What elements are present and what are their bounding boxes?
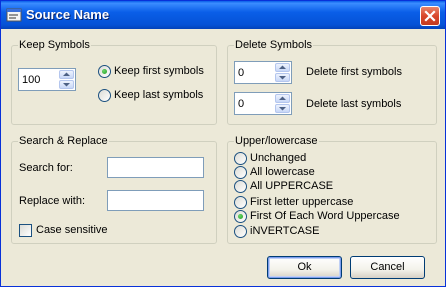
chevron-down-icon (279, 107, 286, 111)
close-icon (424, 10, 436, 22)
case-group-label: Upper/lowercase (234, 135, 319, 148)
replace-with-label: Replace with: (19, 195, 86, 207)
spin-down-button[interactable] (59, 80, 74, 89)
case-sensitive-label: Case sensitive (36, 224, 108, 236)
delete-first-label: Delete first symbols (306, 66, 402, 78)
close-button[interactable] (420, 6, 440, 26)
search-replace-group-label: Search & Replace (18, 135, 109, 148)
spin-down-button[interactable] (275, 73, 290, 82)
chevron-down-icon (63, 83, 70, 87)
search-for-input[interactable] (108, 158, 203, 177)
replace-with-input[interactable] (108, 191, 203, 210)
spin-up-button[interactable] (59, 70, 74, 79)
search-for-label: Search for: (19, 162, 73, 174)
keep-symbols-group-label: Keep Symbols (18, 39, 91, 52)
spin-up-button[interactable] (275, 94, 290, 103)
radio-selected-dot (238, 214, 243, 219)
title-bar[interactable]: Source Name (1, 1, 445, 29)
spin-down-button[interactable] (275, 104, 290, 113)
keep-first-label: Keep first symbols (114, 65, 204, 77)
source-name-dialog: Source Name Keep Symbols Keep first symb… (0, 0, 446, 287)
radio-selected-dot (102, 69, 107, 74)
chevron-up-icon (279, 96, 286, 100)
delete-first-input[interactable] (235, 62, 275, 83)
delete-last-input[interactable] (235, 93, 275, 114)
chevron-down-icon (279, 76, 286, 80)
case-option-label: All lowercase (250, 166, 315, 178)
delete-last-label: Delete last symbols (306, 98, 402, 110)
application-icon (6, 8, 22, 22)
ok-button[interactable]: Ok (267, 256, 342, 279)
delete-symbols-group-label: Delete Symbols (234, 39, 314, 52)
replace-with-field[interactable] (107, 190, 204, 211)
chevron-up-icon (279, 65, 286, 69)
case-option-label: First Of Each Word Uppercase (250, 210, 400, 222)
search-for-field[interactable] (107, 157, 204, 178)
delete-first-stepper[interactable] (234, 61, 292, 84)
window-title: Source Name (26, 7, 110, 22)
delete-last-stepper[interactable] (234, 92, 292, 115)
case-option-label: All UPPERCASE (250, 180, 334, 192)
cancel-button[interactable]: Cancel (350, 256, 425, 279)
chevron-up-icon (63, 72, 70, 76)
keep-last-label: Keep last symbols (114, 89, 204, 101)
spin-up-button[interactable] (275, 63, 290, 72)
keep-count-input[interactable] (19, 69, 59, 90)
case-option-label: First letter uppercase (250, 196, 354, 208)
case-option-label: iNVERTCASE (250, 225, 320, 237)
case-option-label: Unchanged (250, 152, 307, 164)
keep-count-stepper[interactable] (18, 68, 76, 91)
